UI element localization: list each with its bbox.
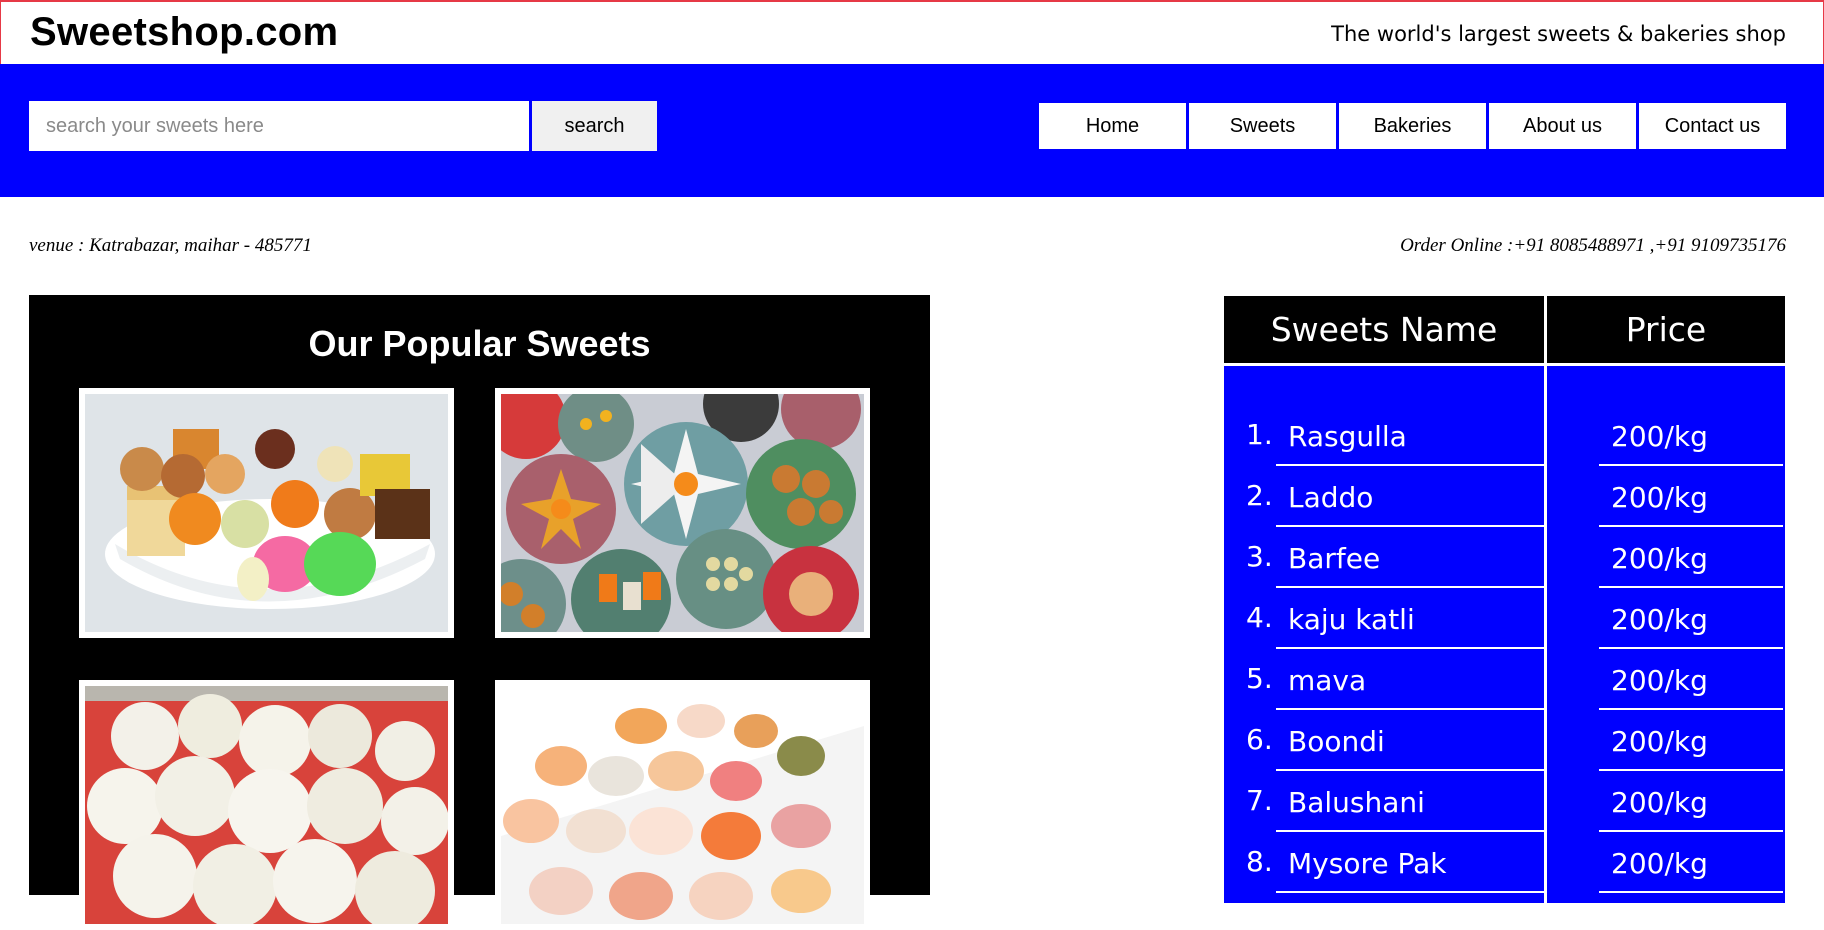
sweet-name: Mysore Pak — [1276, 835, 1544, 893]
price-column: 200/kg 200/kg 200/kg 200/kg 200/kg 200/k… — [1547, 363, 1785, 903]
row-number: 1. — [1246, 418, 1273, 451]
bengali-sweets-image — [501, 686, 864, 924]
site-header: Sweetshop.com The world's largest sweets… — [0, 0, 1824, 65]
row-number: 5. — [1246, 662, 1273, 695]
sweet-name: kaju katli — [1276, 591, 1544, 649]
sweets-price-table: Sweets Name Price 1. Rasgulla 2. Laddo 3… — [1224, 296, 1785, 903]
sweet-image-card[interactable] — [79, 388, 454, 638]
row-number: 2. — [1246, 479, 1273, 512]
sweet-name: Laddo — [1276, 469, 1544, 527]
sweets-name-column: 1. Rasgulla 2. Laddo 3. Barfee 4. kaju k… — [1224, 363, 1544, 903]
sweet-price: 200/kg — [1599, 591, 1783, 649]
sweet-price: 200/kg — [1599, 713, 1783, 771]
sweet-price: 200/kg — [1599, 835, 1783, 893]
table-row: 4. kaju katli — [1224, 591, 1544, 652]
nav-home[interactable]: Home — [1039, 103, 1186, 149]
table-row: 6. Boondi — [1224, 713, 1544, 774]
rasgulla-image — [85, 686, 448, 924]
row-number: 6. — [1246, 723, 1273, 756]
sweet-name: Boondi — [1276, 713, 1544, 771]
table-row: 1. Rasgulla — [1224, 408, 1544, 469]
sweet-price: 200/kg — [1599, 652, 1783, 710]
venue-text: venue : Katrabazar, maihar - 485771 — [29, 235, 312, 256]
search-button[interactable]: search — [532, 101, 657, 151]
sweet-name: Rasgulla — [1276, 408, 1544, 466]
table-row: 2. Laddo — [1224, 469, 1544, 530]
nav-bakeries[interactable]: Bakeries — [1339, 103, 1486, 149]
nav-contact-us[interactable]: Contact us — [1639, 103, 1786, 149]
sweet-image-card[interactable] — [495, 388, 870, 638]
popular-sweets-title: Our Popular Sweets — [308, 323, 651, 364]
table-row: 5. mava — [1224, 652, 1544, 713]
sweet-name: Balushani — [1276, 774, 1544, 832]
assorted-sweets-image — [85, 394, 448, 632]
sweet-platters-image — [501, 394, 864, 632]
table-header-price: Price — [1547, 296, 1785, 363]
sweet-name: Barfee — [1276, 530, 1544, 588]
row-number: 8. — [1246, 845, 1273, 878]
site-title[interactable]: Sweetshop.com — [30, 10, 338, 55]
row-number: 3. — [1246, 540, 1273, 573]
row-number: 4. — [1246, 601, 1273, 634]
nav-about-us[interactable]: About us — [1489, 103, 1636, 149]
table-row: 7. Balushani — [1224, 774, 1544, 835]
search-input[interactable] — [29, 101, 529, 151]
order-online-text: Order Online :+91 8085488971 ,+91 910973… — [1400, 235, 1786, 256]
main-nav: Home Sweets Bakeries About us Contact us — [1036, 103, 1786, 149]
row-number: 7. — [1246, 784, 1273, 817]
sweet-image-card[interactable] — [495, 680, 870, 930]
sweet-price: 200/kg — [1599, 408, 1783, 466]
sweet-name: mava — [1276, 652, 1544, 710]
table-row: 8. Mysore Pak — [1224, 835, 1544, 896]
site-tagline: The world's largest sweets & bakeries sh… — [1331, 22, 1786, 46]
sweet-price: 200/kg — [1599, 530, 1783, 588]
sweet-price: 200/kg — [1599, 469, 1783, 527]
table-header-sweets-name: Sweets Name — [1224, 296, 1544, 363]
table-row: 3. Barfee — [1224, 530, 1544, 591]
sweet-image-card[interactable] — [79, 680, 454, 930]
nav-sweets[interactable]: Sweets — [1189, 103, 1336, 149]
sweet-price: 200/kg — [1599, 774, 1783, 832]
popular-sweets-section: Our Popular Sweets — [29, 295, 930, 930]
